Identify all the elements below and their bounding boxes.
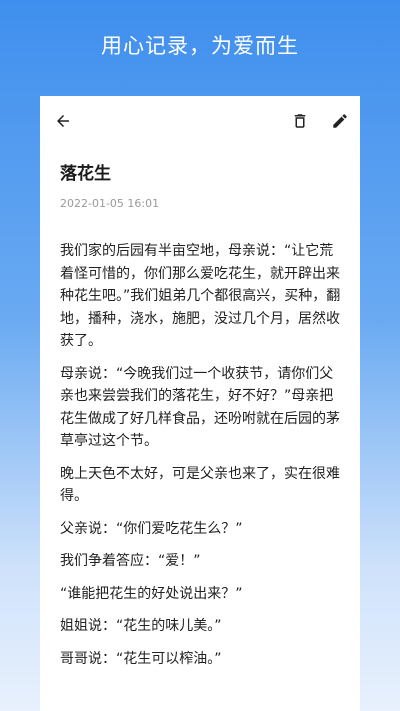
pencil-icon (331, 112, 349, 134)
note-paragraph: 母亲说：“今晚我们过一个收获节，请你们父亲也来尝尝我们的落花生，好不好？”母亲把… (60, 365, 340, 450)
toolbar (40, 108, 360, 138)
note-paragraph: 父亲说：“你们爱吃花生么？” (60, 520, 243, 537)
edit-button[interactable] (325, 108, 355, 138)
note-paragraph: 哥哥说：“花生可以榨油。” (60, 650, 222, 667)
status-bar (40, 96, 360, 100)
trash-icon (291, 112, 309, 134)
note-paragraph: 我们争着答应：“爱！” (60, 553, 201, 569)
note-title: 落花生 (60, 164, 111, 184)
note-timestamp: 2022-01-05 16:01 (60, 197, 160, 210)
back-button[interactable] (48, 108, 78, 138)
note-paragraph: 我们家的后园有半亩空地，母亲说：“让它荒着怪可惜的，你们那么爱吃花生，就开辟出来… (60, 243, 341, 349)
note-content[interactable]: 我们家的后园有半亩空地，母亲说：“让它荒着怪可惜的，你们那么爱吃花生，就开辟出来… (60, 240, 342, 680)
arrow-left-icon (54, 112, 72, 134)
app-slogan: 用心记录，为爱而生 (101, 34, 299, 58)
note-detail-screen: 落花生 2022-01-05 16:01 我们家的后园有半亩空地，母亲说：“让它… (40, 96, 360, 711)
note-paragraph: 晚上天色不太好，可是父亲也来了，实在很难得。 (60, 465, 340, 505)
delete-button[interactable] (285, 108, 315, 138)
note-paragraph: 姐姐说：“花生的味儿美。” (60, 618, 222, 634)
note-paragraph: “谁能把花生的好处说出来？” (60, 585, 243, 602)
